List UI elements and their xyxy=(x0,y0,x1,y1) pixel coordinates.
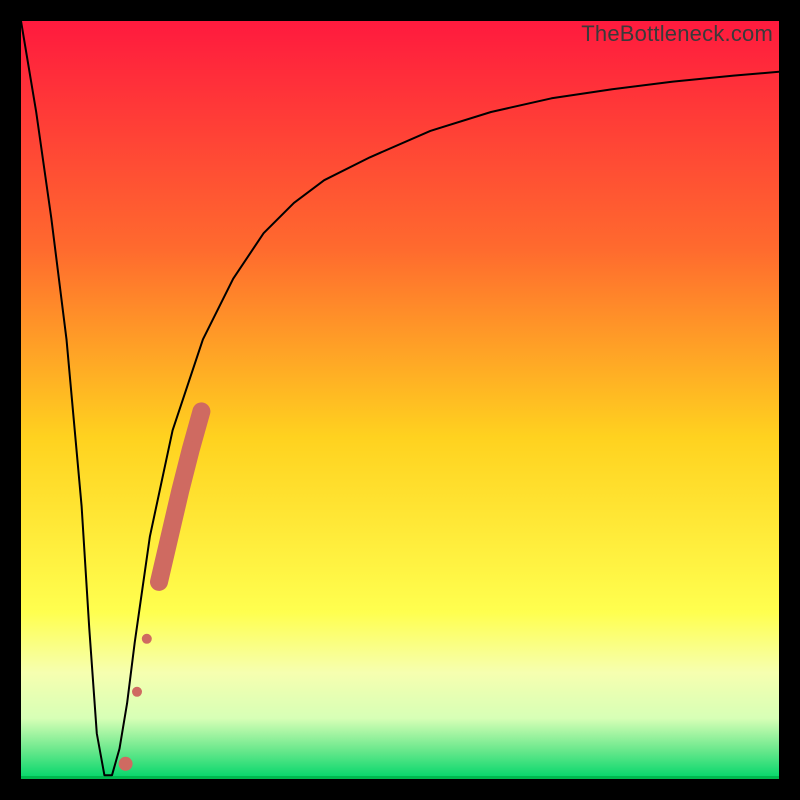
emphasis-dot xyxy=(132,687,142,697)
emphasis-dot xyxy=(162,528,178,544)
emphasis-dot xyxy=(119,757,133,771)
plot-area: TheBottleneck.com xyxy=(21,21,779,779)
chart-svg xyxy=(21,21,779,779)
emphasis-dot xyxy=(151,574,167,590)
emphasis-dot xyxy=(183,441,199,457)
emphasis-dot xyxy=(193,403,209,419)
chart-frame: TheBottleneck.com xyxy=(0,0,800,800)
watermark-text: TheBottleneck.com xyxy=(581,21,773,47)
emphasis-dot xyxy=(172,483,188,499)
emphasis-dot xyxy=(142,634,152,644)
